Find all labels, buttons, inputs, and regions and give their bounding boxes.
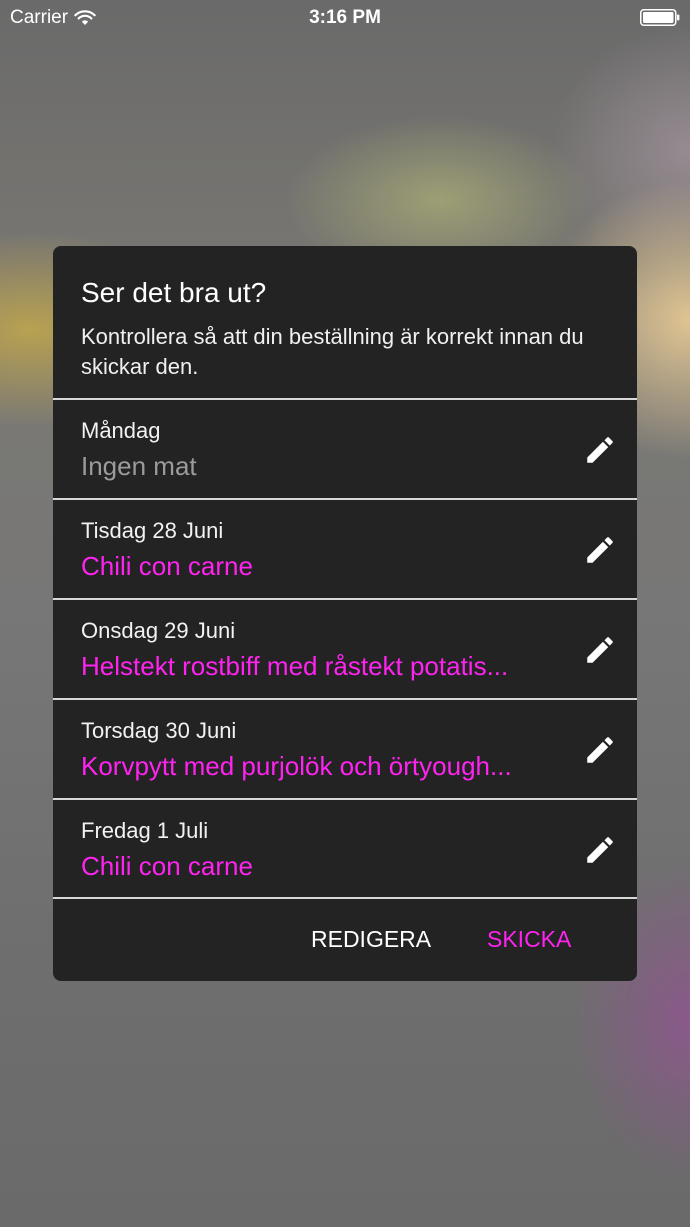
meal-name: Chili con carne	[81, 551, 253, 581]
day-row-friday[interactable]: Fredag 1 Juli Chili con carne	[53, 798, 637, 898]
day-label: Onsdag 29 Juni	[81, 618, 236, 643]
dialog-title: Ser det bra ut?	[81, 277, 267, 308]
day-label: Tisdag 28 Juni	[81, 518, 224, 543]
day-row-thursday[interactable]: Torsdag 30 Juni Korvpytt med purjolök oc…	[53, 698, 637, 798]
day-label: Torsdag 30 Juni	[81, 718, 237, 743]
day-row-monday[interactable]: Måndag Ingen mat	[53, 398, 637, 498]
order-day-list: Måndag Ingen mat Tisdag 28 Juni Chili co…	[53, 398, 637, 898]
status-time: 3:16 PM	[309, 7, 381, 28]
send-order-button[interactable]: SKICKA	[487, 925, 571, 953]
pencil-icon[interactable]	[583, 533, 617, 567]
dialog-message: Kontrollera så att din beställning är ko…	[81, 324, 584, 379]
pencil-icon[interactable]	[583, 433, 617, 467]
day-row-tuesday[interactable]: Tisdag 28 Juni Chili con carne	[53, 498, 637, 598]
edit-order-button[interactable]: REDIGERA	[311, 925, 431, 953]
pencil-icon[interactable]	[583, 633, 617, 667]
day-row-wednesday[interactable]: Onsdag 29 Juni Helstekt rostbiff med rås…	[53, 598, 637, 698]
meal-name: Chili con carne	[81, 851, 253, 881]
status-bar: Carrier 3:16 PM	[0, 0, 690, 36]
meal-name: Korvpytt med purjolök och örtyough...	[81, 751, 512, 781]
pencil-icon[interactable]	[583, 733, 617, 767]
meal-name: Helstekt rostbiff med råstekt potatis...	[81, 651, 509, 681]
dialog-header: Ser det bra ut? Kontrollera så att din b…	[53, 246, 637, 398]
day-label: Måndag	[81, 418, 161, 443]
pencil-icon[interactable]	[583, 833, 617, 867]
meal-name: Ingen mat	[81, 451, 197, 481]
battery-icon	[640, 9, 680, 26]
dialog-actions: REDIGERA SKICKA	[53, 897, 637, 981]
order-confirmation-dialog: Ser det bra ut? Kontrollera så att din b…	[53, 246, 637, 981]
day-label: Fredag 1 Juli	[81, 818, 209, 843]
